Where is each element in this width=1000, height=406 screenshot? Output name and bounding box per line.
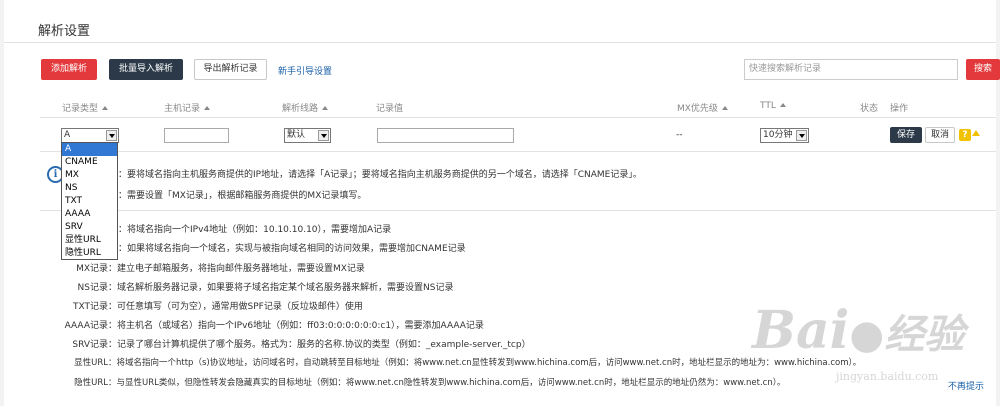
dropdown-option[interactable]: TXT xyxy=(62,195,117,208)
batch-import-button[interactable]: 批量导入解析 xyxy=(109,59,183,80)
chevron-down-icon xyxy=(106,130,117,141)
help-icon[interactable]: ? xyxy=(959,129,971,141)
paw-icon: ● xyxy=(849,311,885,358)
ttl-select[interactable]: 10分钟 xyxy=(760,128,809,143)
help-srv-record: SRV记录：记录了哪台计算机提供了哪个服务。格式为：服务的名称.协议的类型（例如… xyxy=(72,340,531,350)
chevron-down-icon xyxy=(796,130,807,141)
line-select[interactable]: 默认 xyxy=(284,128,331,143)
help-ns-record: NS记录：域名解析服务器记录，如果要将子域名指定某个域名服务器来解析，需要设置N… xyxy=(77,283,454,293)
dropdown-option[interactable]: SRV xyxy=(62,221,117,234)
export-records-button[interactable]: 导出解析记录 xyxy=(194,59,267,80)
help-implicit-url: 隐性URL：与显性URL类似，但隐性转发会隐藏真实的目标地址（例如：将www.n… xyxy=(74,378,786,388)
add-record-button[interactable]: 添加解析 xyxy=(41,59,97,80)
column-header-status: 状态 xyxy=(860,104,879,114)
row-divider xyxy=(40,151,996,152)
info-line-1: ：要将域名指向主机服务商提供的IP地址，请选择「A记录」；要将域名指向主机服务商… xyxy=(118,170,642,180)
search-button[interactable]: 搜索 xyxy=(966,59,1000,80)
dismiss-tips-link[interactable]: 不再提示 xyxy=(948,379,984,392)
column-header-line[interactable]: 解析线路 xyxy=(282,101,329,114)
record-value-input[interactable] xyxy=(377,128,514,143)
warning-icon xyxy=(972,130,980,136)
help-a-record: ：将域名指向一个IPv4地址（例如：10.10.10.10），需要增加A记录 xyxy=(118,225,392,235)
dropdown-option[interactable]: NS xyxy=(62,182,117,195)
watermark-url: jingyan.baidu.com xyxy=(836,370,939,383)
help-mx-record: MX记录：建立电子邮箱服务，将指向邮件服务器地址，需要设置MX记录 xyxy=(76,264,365,274)
help-divider xyxy=(40,210,996,211)
column-header-value: 记录值 xyxy=(376,104,404,114)
record-type-dropdown[interactable]: A CNAME MX NS TXT AAAA SRV 显性URL 隐性URL xyxy=(61,142,118,260)
column-header-ttl[interactable]: TTL xyxy=(760,101,786,111)
mx-priority-value: -- xyxy=(676,130,683,140)
save-button[interactable]: 保存 xyxy=(890,127,922,143)
dropdown-option[interactable]: 隐性URL xyxy=(62,247,117,260)
page-title: 解析设置 xyxy=(38,24,91,39)
watermark-logo: Bai●经验 xyxy=(752,300,965,361)
record-type-select[interactable]: A xyxy=(61,128,119,143)
help-txt-record: TXT记录：可任意填写（可为空），通常用做SPF记录（反垃圾邮件）使用 xyxy=(72,302,363,312)
search-input[interactable]: 快速搜索解析记录 xyxy=(744,59,958,80)
help-explicit-url: 显性URL：将域名指向一个http（s)协议地址，访问域名时，自动跳转至目标地址… xyxy=(74,358,862,368)
guide-settings-link[interactable]: 新手引导设置 xyxy=(278,64,332,77)
info-line-2: ：需要设置「MX记录」，根据邮箱服务商提供的MX记录填写。 xyxy=(118,191,367,201)
column-header-mx[interactable]: MX优先级 xyxy=(677,101,728,114)
help-cname-record: ：如果将域名指向一个域名，实现与被指向域名相同的访问效果，需要增加CNAME记录 xyxy=(118,244,466,254)
dropdown-option[interactable]: 显性URL xyxy=(62,234,117,247)
dropdown-option[interactable]: AAAA xyxy=(62,208,117,221)
column-header-type[interactable]: 记录类型 xyxy=(62,101,109,114)
header-divider xyxy=(40,117,996,118)
host-record-input[interactable] xyxy=(164,128,229,143)
chevron-down-icon xyxy=(318,130,329,141)
column-header-host[interactable]: 主机记录 xyxy=(164,101,211,114)
dropdown-option[interactable]: A xyxy=(62,143,117,156)
dropdown-option[interactable]: CNAME xyxy=(62,156,117,169)
column-header-actions: 操作 xyxy=(890,104,909,114)
cancel-button[interactable]: 取消 xyxy=(925,127,955,143)
help-aaaa-record: AAAA记录：将主机名（或域名）指向一个IPv6地址（例如：ff03:0:0:0… xyxy=(64,321,484,331)
dropdown-option[interactable]: MX xyxy=(62,169,117,182)
title-divider xyxy=(4,42,996,43)
